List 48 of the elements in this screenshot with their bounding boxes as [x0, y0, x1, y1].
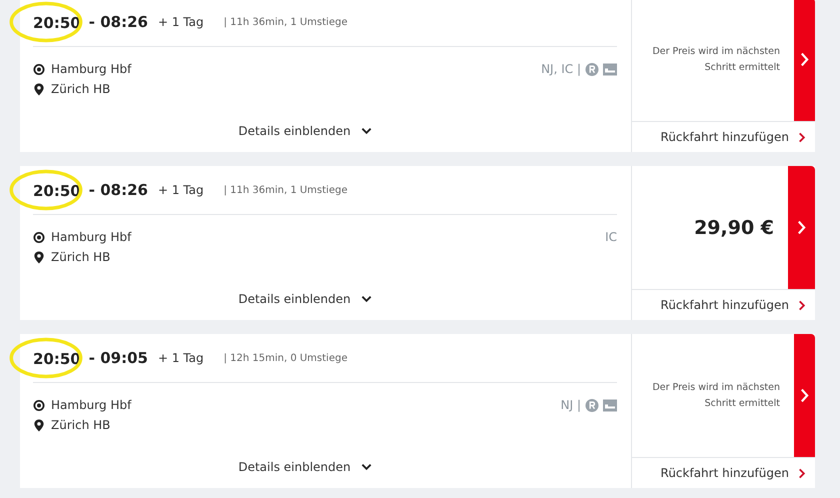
- chevron-down-icon: [360, 127, 372, 135]
- chevron-down-icon: [360, 295, 372, 303]
- train-products: NJ, IC |: [541, 62, 581, 76]
- arrival-time: - 08:26: [88, 13, 148, 31]
- arrival-time: - 09:05: [88, 349, 148, 367]
- train-products: IC: [605, 230, 617, 244]
- details-toggle[interactable]: Details einblenden: [234, 288, 376, 310]
- departure-time: 20:50: [33, 14, 81, 32]
- details-toggle[interactable]: Details einblenden: [234, 120, 376, 142]
- origin-station: Hamburg Hbf: [51, 62, 132, 76]
- departure-time: 20:50: [33, 182, 81, 200]
- destination-station: Zürich HB: [51, 82, 110, 96]
- details-toggle[interactable]: Details einblenden: [234, 456, 376, 478]
- destination-station: Zürich HB: [51, 418, 110, 432]
- select-button[interactable]: [788, 166, 815, 289]
- origin-icon: [33, 398, 45, 412]
- chevron-right-icon: [798, 300, 806, 310]
- select-button[interactable]: [794, 0, 815, 121]
- trip-summary: | 11h 36min, 1 Umstiege: [224, 16, 348, 28]
- origin-icon: [33, 230, 45, 244]
- day-offset: + 1 Tag: [158, 183, 204, 197]
- return-trip-link[interactable]: Rückfahrt hinzufügen: [632, 458, 815, 488]
- chevron-right-icon: [800, 52, 809, 67]
- price-note: Der Preis wird im nächsten Schritt ermittelt: [651, 44, 780, 74]
- day-offset: + 1 Tag: [158, 15, 204, 29]
- origin-icon: [33, 62, 45, 76]
- location-pin-icon: [33, 250, 45, 264]
- price-amount: 29,90 €: [694, 216, 774, 238]
- arrival-time: - 08:26: [88, 181, 148, 199]
- return-trip-link[interactable]: Rückfahrt hinzufügen: [632, 290, 815, 320]
- origin-station: Hamburg Hbf: [51, 230, 132, 244]
- origin-station: Hamburg Hbf: [51, 398, 132, 412]
- departure-time: 20:50: [33, 350, 81, 368]
- location-pin-icon: [33, 418, 45, 432]
- train-products: NJ |: [560, 398, 581, 412]
- trip-summary: | 12h 15min, 0 Umstiege: [224, 352, 348, 364]
- chevron-down-icon: [360, 463, 372, 471]
- chevron-right-icon: [800, 388, 809, 403]
- chevron-right-icon: [797, 220, 806, 235]
- return-trip-link[interactable]: Rückfahrt hinzufügen: [632, 122, 815, 152]
- chevron-right-icon: [798, 132, 806, 142]
- day-offset: + 1 Tag: [158, 351, 204, 365]
- trip-summary: | 11h 36min, 1 Umstiege: [224, 184, 348, 196]
- price-note: Der Preis wird im nächsten Schritt ermittelt: [651, 380, 780, 410]
- destination-station: Zürich HB: [51, 250, 110, 264]
- location-pin-icon: [33, 82, 45, 96]
- select-button[interactable]: [794, 334, 815, 457]
- chevron-right-icon: [798, 468, 806, 478]
